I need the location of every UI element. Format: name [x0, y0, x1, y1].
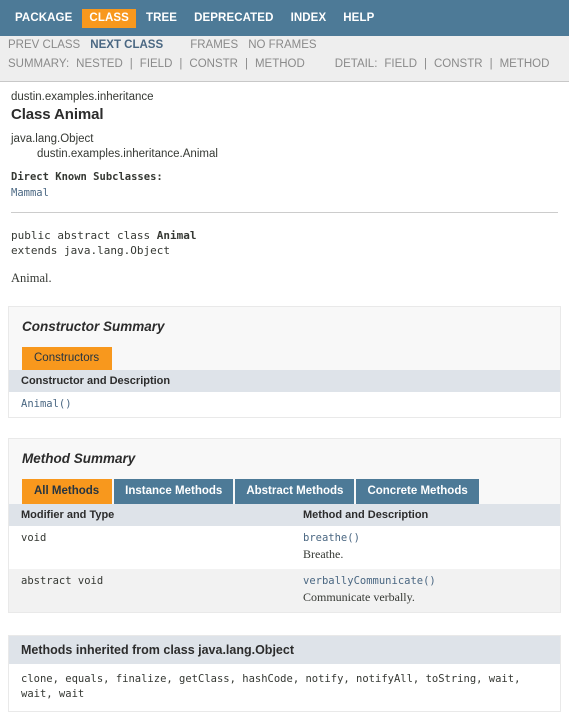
class-declaration-typename: Animal	[156, 229, 197, 242]
method-table-header-row: Modifier and Type Method and Description	[9, 504, 560, 526]
tab-instance-methods[interactable]: Instance Methods	[114, 479, 234, 504]
summary-constr[interactable]: CONSTR	[189, 58, 238, 70]
page-title: Class Animal	[11, 106, 104, 123]
top-nav-item-package[interactable]: PACKAGE	[8, 9, 79, 28]
constructors-tab: Constructors	[22, 347, 113, 370]
inherited-methods-section: Methods inherited from class java.lang.O…	[8, 635, 561, 712]
method-summary-table: Modifier and Type Method and Description…	[9, 504, 560, 612]
sub-navigation-bar: PREV CLASS NEXT CLASS FRAMES NO FRAMES S…	[0, 36, 569, 82]
section-divider	[11, 212, 558, 213]
detail-label: DETAIL:	[334, 58, 378, 70]
top-nav-item-index[interactable]: INDEX	[284, 9, 334, 28]
inherited-methods-header: Methods inherited from class java.lang.O…	[9, 636, 560, 664]
sub-nav-row-classlinks: PREV CLASS NEXT CLASS FRAMES NO FRAMES	[0, 36, 569, 57]
top-nav-link-index[interactable]: INDEX	[284, 9, 334, 28]
prev-class-label: PREV CLASS	[8, 39, 81, 51]
constructor-summary-section: Constructor Summary Constructors Constru…	[8, 306, 561, 418]
content-container: dustin.examples.inheritance Class Animal…	[0, 82, 569, 712]
constructor-summary-caption: Constructors	[9, 347, 560, 370]
constructor-column-header: Constructor and Description	[9, 370, 560, 392]
summary-label: SUMMARY:	[8, 58, 70, 70]
direct-known-subclasses: Direct Known Subclasses: Mammal	[11, 171, 561, 199]
method-modifier-verballycommunicate: abstract void	[21, 575, 104, 587]
method-summary-title: Method Summary	[22, 451, 136, 466]
method-modifier-cell: abstract void	[9, 569, 291, 612]
constructor-summary-table: Constructor and Description Animal()	[9, 370, 560, 417]
tab-concrete-methods[interactable]: Concrete Methods	[356, 479, 479, 504]
top-nav-link-help[interactable]: HELP	[336, 9, 381, 28]
separator-4: |	[424, 58, 427, 70]
next-class-link[interactable]: NEXT CLASS	[90, 39, 163, 51]
top-nav-link-tree[interactable]: TREE	[139, 9, 184, 28]
class-declaration-extends: extends java.lang.Object	[11, 244, 170, 257]
separator-1: |	[129, 58, 133, 70]
separator-3: |	[244, 58, 248, 70]
top-nav-item-deprecated[interactable]: DEPRECATED	[187, 9, 280, 28]
summary-field: FIELD	[139, 58, 173, 70]
top-nav-link-deprecated[interactable]: DEPRECATED	[187, 9, 280, 28]
class-description: Animal.	[11, 271, 52, 285]
summary-nested: NESTED	[76, 58, 123, 70]
top-nav-link-class[interactable]: CLASS	[82, 9, 136, 28]
inheritance-level-2: dustin.examples.inheritance.Animal	[37, 148, 218, 160]
inheritance-level-1: java.lang.Object	[11, 133, 94, 145]
method-modifier-breathe: void	[21, 532, 47, 544]
tab-abstract-methods[interactable]: Abstract Methods	[235, 479, 355, 504]
method-summary-tabs: All Methods Instance Methods Abstract Meth…	[9, 479, 560, 504]
inheritance-tree: java.lang.Object dustin.examples.inherit…	[11, 132, 561, 162]
direct-known-subclasses-label: Direct Known Subclasses:	[11, 171, 163, 183]
constructor-summary-title: Constructor Summary	[22, 319, 165, 334]
table-row: void breathe() Breathe.	[9, 526, 560, 569]
class-declaration-prefix: public abstract class	[11, 229, 157, 242]
inherited-methods-list[interactable]: clone, equals, finalize, getClass, hashC…	[9, 664, 560, 711]
summary-method[interactable]: METHOD	[255, 58, 305, 70]
top-nav-item-help[interactable]: HELP	[336, 9, 381, 28]
no-frames-link[interactable]: NO FRAMES	[248, 39, 316, 51]
separator-5: |	[489, 58, 493, 70]
class-declaration: public abstract class Animal extends jav…	[11, 228, 561, 258]
table-row: abstract void verballyCommunicate() Comm…	[9, 569, 560, 612]
top-nav-list: PACKAGE CLASS TREE DEPRECATED INDEX HELP	[8, 9, 381, 28]
table-row: Animal()	[9, 392, 560, 417]
constructor-table-header-row: Constructor and Description	[9, 370, 560, 392]
top-nav-link-package[interactable]: PACKAGE	[8, 9, 79, 28]
top-nav-item-class[interactable]: CLASS	[82, 9, 136, 28]
method-link-verballycommunicate[interactable]: verballyCommunicate()	[303, 575, 560, 587]
method-description-breathe: Breathe.	[303, 547, 344, 561]
frames-link[interactable]: FRAMES	[190, 39, 238, 51]
separator-2: |	[179, 58, 183, 70]
detail-field: FIELD	[384, 58, 417, 70]
method-description-cell: breathe() Breathe.	[291, 526, 560, 569]
method-link-breathe[interactable]: breathe()	[303, 532, 560, 544]
method-modifier-cell: void	[9, 526, 291, 569]
method-column-header-method: Method and Description	[291, 504, 560, 526]
constructor-link-animal[interactable]: Animal()	[21, 398, 560, 410]
constructor-cell: Animal()	[9, 392, 560, 417]
class-header: dustin.examples.inheritance Class Animal	[8, 82, 561, 123]
tab-all-methods[interactable]: All Methods	[22, 479, 113, 504]
detail-constr[interactable]: CONSTR	[434, 58, 483, 70]
method-column-header-modifier: Modifier and Type	[9, 504, 291, 526]
detail-method[interactable]: METHOD	[500, 58, 550, 70]
sub-nav-row-summary-detail: SUMMARY: NESTED | FIELD | CONSTR | METHOD DETAIL…	[0, 57, 569, 81]
method-description-verballycommunicate: Communicate verbally.	[303, 590, 415, 604]
top-nav-item-tree[interactable]: TREE	[139, 9, 184, 28]
top-navigation-bar: PACKAGE CLASS TREE DEPRECATED INDEX HELP	[0, 0, 569, 36]
method-description-cell: verballyCommunicate() Communicate verbal…	[291, 569, 560, 612]
method-summary-section: Method Summary All Methods Instance Metho…	[8, 438, 561, 613]
subclass-link-mammal[interactable]: Mammal	[11, 187, 49, 199]
package-name: dustin.examples.inheritance	[11, 91, 154, 103]
